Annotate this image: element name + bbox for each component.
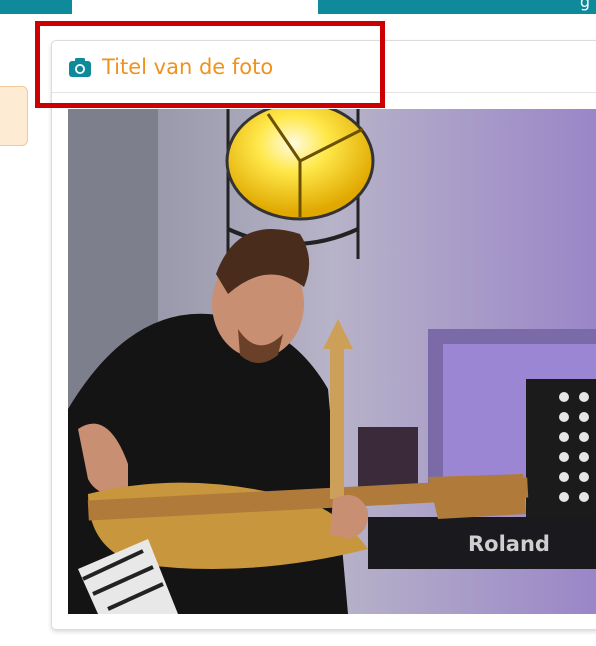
photo[interactable]: Roland bbox=[68, 109, 596, 614]
top-nav-tab-right[interactable]: g bbox=[318, 0, 596, 14]
photo-image: Roland bbox=[68, 109, 596, 614]
keyboard-logo: Roland bbox=[468, 532, 550, 556]
highlight-box bbox=[35, 21, 385, 108]
top-nav-glyph: g bbox=[579, 0, 590, 11]
top-nav-tab-left[interactable] bbox=[0, 0, 72, 14]
side-tab[interactable] bbox=[0, 86, 28, 146]
